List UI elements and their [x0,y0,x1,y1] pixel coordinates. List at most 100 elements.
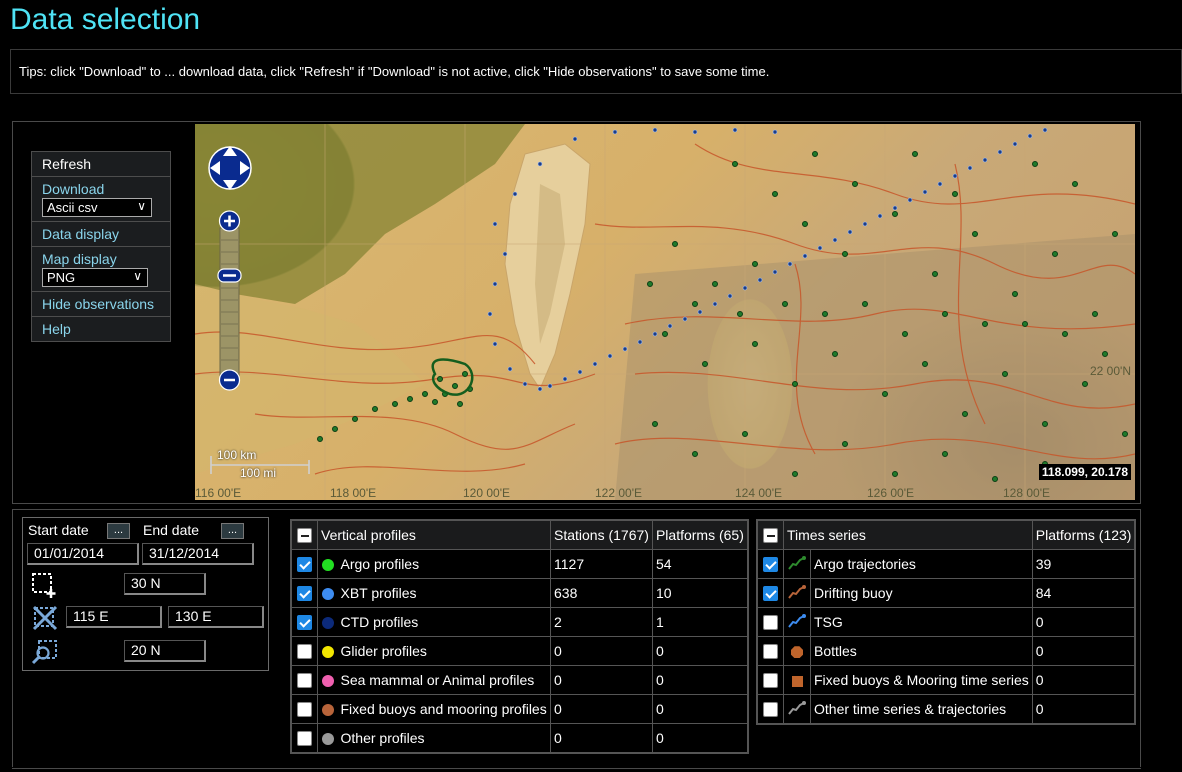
legend-cell [317,665,338,695]
lon-label: 124 00'E [735,486,782,500]
help-button[interactable]: Help [32,317,170,341]
row-checkbox[interactable] [297,615,312,631]
download-format-select[interactable]: Ascii csv ∨ [42,198,152,217]
lon-label: 116 00'E [195,486,242,500]
row-label: Argo trajectories [810,549,1033,579]
select-all-timeseries-checkbox[interactable] [763,528,778,544]
row-checkbox-cell[interactable] [757,636,784,666]
row-label: Drifting buoy [810,578,1033,608]
row-checkbox[interactable] [297,673,312,689]
lat-label: 22 00'N [1090,364,1131,378]
tips-banner: Tips: click "Download" to ... download d… [10,49,1182,94]
fixed-buoy-icon [791,675,803,687]
end-date-input[interactable]: 31/12/2014 [142,543,254,565]
table-row: Sea mammal or Animal profiles 0 0 [291,665,748,695]
row-platforms: 0 [651,665,748,695]
row-checkbox[interactable] [763,615,778,631]
legend-dot-icon [321,704,334,717]
row-checkbox-cell[interactable] [757,578,784,608]
legend-cell [783,607,811,637]
row-platforms: 0 [1031,665,1136,695]
row-label: Glider profiles [337,636,551,666]
download-button[interactable]: Download [42,181,160,197]
ts-platforms-header: Platforms (123) [1031,520,1136,550]
hide-observations-button[interactable]: Hide observations [32,292,170,317]
map-format-value: PNG [47,270,76,285]
zoom-to-area-icon[interactable] [31,638,59,666]
data-display-button[interactable]: Data display [32,222,170,247]
row-checkbox[interactable] [763,586,778,602]
row-stations: 0 [550,723,653,753]
help-label: Help [42,321,71,337]
east-bound-input[interactable]: 130 E [168,606,264,628]
chevron-down-icon: ∨ [133,269,142,283]
legend-cell [317,549,338,579]
pan-control[interactable] [207,136,253,200]
row-checkbox[interactable] [297,702,312,718]
table-row: Argo profiles 1127 54 [291,549,748,579]
table-row: Other time series & trajectories 0 [757,694,1136,724]
row-checkbox[interactable] [763,702,778,718]
refresh-button[interactable]: Refresh [32,152,170,177]
row-platforms: 54 [651,549,748,579]
data-display-label: Data display [42,226,120,242]
row-checkbox-cell[interactable] [291,578,318,608]
row-checkbox[interactable] [763,673,778,689]
row-label: Other time series & trajectories [810,694,1033,724]
map-view[interactable]: 100 km 100 mi 22 00'N 116 00'E 118 00'E … [195,124,1135,500]
select-all-vertical-checkbox[interactable] [297,528,312,544]
row-checkbox-cell[interactable] [757,607,784,637]
download-menu-item: Download Ascii csv ∨ [32,177,170,222]
select-area-icon[interactable] [31,571,59,599]
vertical-profiles-table: Vertical profiles Stations (1767) Platfo… [290,519,749,754]
row-checkbox-cell[interactable] [757,665,784,695]
row-checkbox[interactable] [297,731,312,747]
select-all-cell[interactable] [757,520,784,550]
start-date-label: Start date [28,522,89,538]
start-date-picker-button[interactable]: ... [107,523,130,539]
zoom-slider[interactable] [217,210,242,392]
legend-cell [783,549,811,579]
table-header-row: Vertical profiles Stations (1767) Platfo… [291,520,748,550]
row-label: Fixed buoys and mooring profiles [337,694,551,724]
map-canvas [195,124,1135,500]
row-checkbox-cell[interactable] [291,636,318,666]
row-checkbox-cell[interactable] [291,607,318,637]
table-row: TSG 0 [757,607,1136,637]
north-bound-input[interactable]: 30 N [124,573,206,595]
legend-dot-icon [321,588,334,601]
row-checkbox-cell[interactable] [757,694,784,724]
select-all-cell[interactable] [291,520,318,550]
row-checkbox-cell[interactable] [757,549,784,579]
west-bound-input[interactable]: 115 E [66,606,162,628]
refresh-label: Refresh [42,156,92,172]
clear-area-icon[interactable] [31,604,59,632]
row-checkbox-cell[interactable] [291,549,318,579]
row-checkbox-cell[interactable] [291,665,318,695]
south-bound-input[interactable]: 20 N [124,640,206,662]
row-checkbox[interactable] [297,644,312,660]
row-checkbox[interactable] [297,586,312,602]
lon-label: 122 00'E [595,486,642,500]
map-display-button[interactable]: Map display [42,251,160,267]
download-format-value: Ascii csv [47,200,98,215]
legend-cell [783,694,811,724]
start-date-input[interactable]: 01/01/2014 [27,543,139,565]
row-stations: 0 [550,636,653,666]
row-checkbox[interactable] [297,557,312,573]
row-checkbox-cell[interactable] [291,723,318,753]
row-checkbox[interactable] [763,644,778,660]
row-label: Fixed buoys & Mooring time series [810,665,1033,695]
end-date-label: End date [143,522,200,538]
table-row: XBT profiles 638 10 [291,578,748,608]
chevron-down-icon: ∨ [137,199,146,213]
argo-trajectory-icon [788,555,806,570]
row-platforms: 0 [1031,694,1136,724]
end-date-picker-button[interactable]: ... [221,523,244,539]
map-format-select[interactable]: PNG ∨ [42,268,148,287]
row-checkbox[interactable] [763,557,778,573]
legend-dot-icon [321,675,334,688]
table-row: Fixed buoys & Mooring time series 0 [757,665,1136,695]
row-checkbox-cell[interactable] [291,694,318,724]
legend-dot-icon [321,733,334,746]
